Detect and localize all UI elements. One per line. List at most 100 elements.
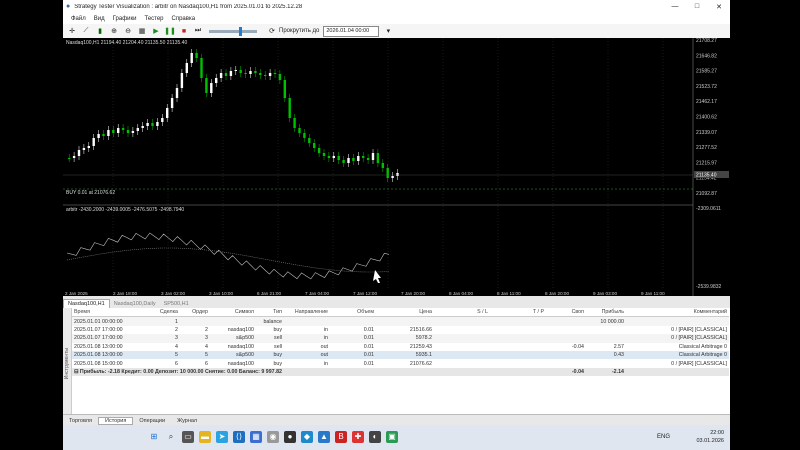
table-cell: 2025.01.01 00:00:00 (72, 316, 142, 326)
line-chart-icon[interactable]: ⟋ (81, 26, 91, 36)
candle (68, 158, 71, 159)
app-icon-c[interactable]: ▲ (318, 431, 330, 443)
tab-operations[interactable]: Операции (133, 418, 171, 424)
col-deal[interactable]: Сделка (142, 308, 180, 318)
table-cell: 6 (205, 360, 208, 367)
col-tp[interactable]: T / P (490, 308, 546, 318)
col-order[interactable]: Ордер (180, 308, 210, 318)
speed-slider[interactable] (209, 26, 257, 36)
play-icon[interactable]: ▶ (151, 26, 161, 36)
candle (146, 123, 149, 126)
taskview-icon[interactable]: ▭ (182, 431, 194, 443)
table-cell: 0.01 (363, 326, 374, 333)
language-indicator[interactable]: ENG (657, 434, 670, 440)
zoom-in-icon[interactable]: ⊕ (109, 26, 119, 36)
clock[interactable]: 22:00 03.01.2026 (696, 429, 724, 445)
maximize-button[interactable]: □ (686, 3, 708, 10)
table-cell: s&p500 (210, 350, 256, 360)
candle (180, 73, 184, 88)
table-row[interactable]: 2025.01.01 00:00:00 1 balance 10 000.00 (72, 316, 729, 326)
candle (77, 150, 81, 156)
stop-icon[interactable]: ■ (179, 26, 189, 36)
menu-view[interactable]: Вид (94, 16, 105, 22)
col-sl[interactable]: S / L (434, 308, 490, 318)
store-icon[interactable]: ▦ (250, 431, 262, 443)
search-icon[interactable]: ⌕ (165, 431, 177, 443)
skip-date-field[interactable]: 2026.01.04 00:00 (323, 25, 380, 37)
candle (366, 158, 370, 160)
candle (141, 126, 144, 128)
chart-area[interactable]: Nasdaq100,H1 21194.40 21204.40 21135.50 … (63, 38, 730, 296)
start-icon[interactable]: ⊞ (148, 431, 160, 443)
app-icon-d[interactable]: B (335, 431, 347, 443)
speed-slider-knob[interactable] (239, 26, 242, 36)
chrome-icon[interactable]: ◉ (267, 431, 279, 443)
candles-icon[interactable]: ▮ (95, 26, 105, 36)
summary-swap: -0.04 (546, 367, 586, 377)
menu-charts[interactable]: Графики (113, 16, 137, 22)
chevron-down-icon[interactable]: ▾ (383, 26, 393, 36)
app-icon-e[interactable]: ✚ (352, 431, 364, 443)
candle (215, 78, 218, 83)
table-row[interactable]: 2025.01.08 13:00:00 5 5 s&p500 buy out 0.01 593… (72, 350, 729, 360)
table-row[interactable]: 2025.01.07 17:00:00 3 3 s&p500 sell in 0.01 597… (72, 334, 729, 343)
vscode-icon[interactable]: ⟨⟩ (233, 431, 245, 443)
table-cell: 21076.62 (409, 360, 432, 367)
candle (156, 122, 159, 126)
candle (126, 130, 130, 133)
letterbox-left (0, 0, 63, 450)
col-profit[interactable]: Прибыль (586, 308, 626, 318)
grid-icon[interactable]: ▦ (137, 26, 147, 36)
crosshair-icon[interactable]: ✛ (67, 26, 77, 36)
col-direction[interactable]: Направление (284, 308, 330, 318)
tab-journal[interactable]: Журнал (171, 418, 203, 424)
toolbox-label: Инструменты (64, 348, 70, 380)
skip-to-icon[interactable]: ⟳ (267, 26, 277, 36)
menu-file[interactable]: Файл (71, 16, 86, 22)
menu-tester[interactable]: Тестер (144, 16, 163, 22)
table-cell: 5935.1 (376, 350, 434, 360)
col-swap[interactable]: Своп (546, 308, 586, 318)
pause-icon[interactable]: ❚❚ (164, 26, 176, 36)
app-icon-f[interactable]: ◐ (369, 431, 381, 443)
price-chart[interactable]: Nasdaq100,H1 21194.40 21204.40 21135.50 … (63, 38, 730, 296)
col-price[interactable]: Цена (376, 308, 434, 318)
summary-text: Прибыль: -2.18 Кредит: 0.00 Депозит: 10 … (79, 368, 282, 375)
col-type[interactable]: Тип (256, 308, 284, 318)
col-time[interactable]: Время (72, 308, 142, 318)
minimize-button[interactable]: — (664, 3, 686, 10)
terminal-panel: Инструменты Время Сделка Ордер Символ Ти… (63, 308, 730, 416)
telegram-icon[interactable]: ➤ (216, 431, 228, 443)
chart-tab-nasdaq-h1[interactable]: Nasdaq100,H1 (63, 299, 110, 308)
candle (254, 71, 257, 73)
table-cell: buy (273, 326, 282, 333)
table-cell: 2 (175, 326, 178, 333)
table-header-row: Время Сделка Ордер Символ Тип Направлени… (72, 308, 729, 318)
table-row[interactable]: 2025.01.07 17:00:00 2 2 nasdaq100 buy in 0.01 2… (72, 326, 729, 334)
menu-help[interactable]: Справка (172, 16, 196, 22)
col-symbol[interactable]: Символ (210, 308, 256, 318)
price-tick-label: 21215.97 (696, 160, 717, 166)
table-cell: 0 / [PAIR] [CLASSICAL] (671, 360, 727, 367)
skip-to-label: Прокрутить до (279, 28, 320, 34)
app-icon-g[interactable]: ▣ (386, 431, 398, 443)
clock-time: 22:00 (710, 430, 724, 436)
chart-tab-nasdaq-daily[interactable]: Nasdaq100,Daily (110, 300, 160, 308)
toolbox-side-tab[interactable]: Инструменты (63, 308, 72, 416)
explorer-icon[interactable]: ▬ (199, 431, 211, 443)
tab-trade[interactable]: Торговля (63, 418, 98, 424)
close-button[interactable]: ✕ (708, 3, 730, 11)
col-comment[interactable]: Комментарий (626, 308, 729, 318)
table-cell: 4 (205, 343, 208, 350)
step-icon[interactable]: ⏭ (193, 26, 203, 36)
record-icon[interactable]: ● (284, 431, 296, 443)
tab-history[interactable]: История (97, 416, 134, 425)
candle (161, 118, 164, 122)
chart-tab-sp500-h1[interactable]: SP500,H1 (160, 300, 193, 308)
table-cell (490, 343, 546, 351)
table-row[interactable]: 2025.01.08 13:00:00 4 4 nasdaq100 sell out 0.0… (72, 343, 729, 351)
table-row[interactable]: 2025.01.08 15:00:00 6 6 nasdaq100 buy in 0.01 2… (72, 359, 729, 367)
col-volume[interactable]: Объем (330, 308, 376, 318)
app-icon-b[interactable]: ◆ (301, 431, 313, 443)
zoom-out-icon[interactable]: ⊖ (123, 26, 133, 36)
